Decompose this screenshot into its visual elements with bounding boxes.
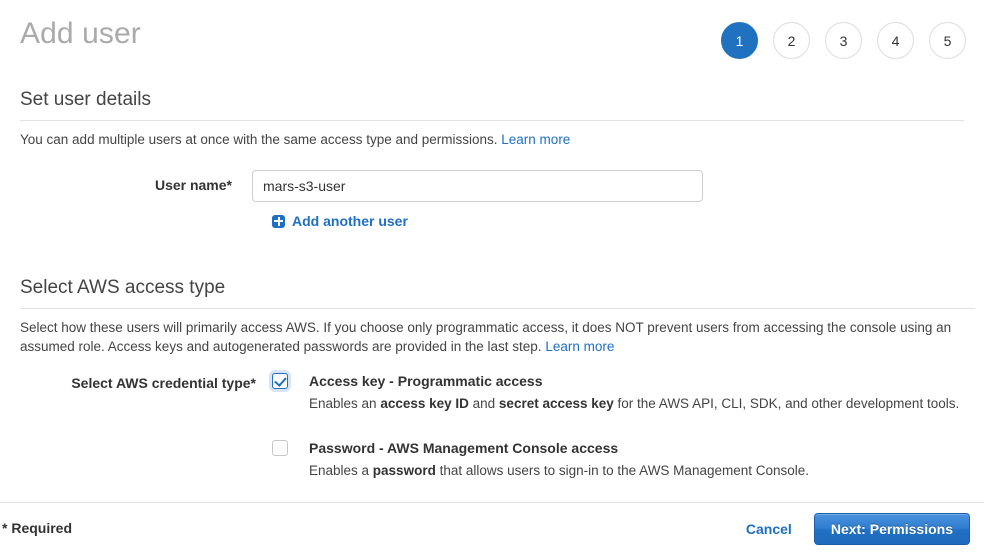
set-user-details-section: Set user details You can add multiple us… xyxy=(20,88,964,233)
description-text: You can add multiple users at once with … xyxy=(20,132,498,147)
plus-circle-icon xyxy=(272,215,285,228)
step-5[interactable]: 5 xyxy=(929,22,966,59)
step-4[interactable]: 4 xyxy=(877,22,914,59)
credential-type-label: Select AWS credential type* xyxy=(20,372,272,392)
learn-more-link-details[interactable]: Learn more xyxy=(501,132,570,147)
user-name-row: User name* xyxy=(20,170,964,202)
description-line-1: Select how these users will primarily ac… xyxy=(20,320,932,335)
select-access-type-section: Select AWS access type Select how these … xyxy=(20,276,975,480)
desc-part-2: that allows users to sign-in to the AWS … xyxy=(436,463,809,478)
desc-bold-2: secret access key xyxy=(499,396,614,411)
cancel-button[interactable]: Cancel xyxy=(746,521,792,537)
password-description: Enables a password that allows users to … xyxy=(309,461,809,480)
add-another-user-label: Add another user xyxy=(292,213,408,229)
password-body: Password - AWS Management Console access… xyxy=(309,439,809,480)
set-user-details-description: You can add multiple users at once with … xyxy=(20,130,964,149)
user-name-input[interactable] xyxy=(252,170,703,202)
desc-part-2: and xyxy=(469,396,499,411)
wizard-header: Add user 1 2 3 4 5 xyxy=(0,0,984,78)
step-3[interactable]: 3 xyxy=(825,22,862,59)
option-access-key: Access key - Programmatic access Enables… xyxy=(272,372,975,413)
add-user-wizard: Add user 1 2 3 4 5 Set user details You … xyxy=(0,0,984,556)
password-checkbox[interactable] xyxy=(272,440,288,456)
user-name-label: User name* xyxy=(20,170,252,194)
desc-part-1: Enables a xyxy=(309,463,373,478)
credential-type-row: Select AWS credential type* Access key -… xyxy=(20,372,975,480)
desc-part-3: for the AWS API, CLI, SDK, and other dev… xyxy=(614,396,959,411)
next-permissions-button[interactable]: Next: Permissions xyxy=(814,513,970,545)
option-password: Password - AWS Management Console access… xyxy=(272,439,975,480)
access-key-body: Access key - Programmatic access Enables… xyxy=(309,372,959,413)
learn-more-link-access[interactable]: Learn more xyxy=(545,339,614,354)
step-2[interactable]: 2 xyxy=(773,22,810,59)
required-note: * Required xyxy=(2,520,72,536)
footer-actions: Cancel Next: Permissions xyxy=(746,513,970,545)
section-divider xyxy=(20,308,975,309)
desc-bold-1: password xyxy=(373,463,436,478)
access-key-description: Enables an access key ID and secret acce… xyxy=(309,394,959,413)
add-another-user-button[interactable]: Add another user xyxy=(272,213,408,229)
access-key-checkbox[interactable] xyxy=(272,373,288,389)
select-access-type-description: Select how these users will primarily ac… xyxy=(20,318,975,356)
access-key-title: Access key - Programmatic access xyxy=(309,372,959,390)
step-indicator: 1 2 3 4 5 xyxy=(721,22,966,59)
desc-part-1: Enables an xyxy=(309,396,380,411)
set-user-details-heading: Set user details xyxy=(20,88,964,112)
page-title: Add user xyxy=(20,16,141,52)
password-title: Password - AWS Management Console access xyxy=(309,439,809,457)
section-divider xyxy=(20,120,964,121)
desc-bold-1: access key ID xyxy=(380,396,469,411)
step-1[interactable]: 1 xyxy=(721,22,758,59)
wizard-footer: * Required Cancel Next: Permissions xyxy=(0,502,984,556)
credential-type-options: Access key - Programmatic access Enables… xyxy=(272,372,975,480)
select-access-type-heading: Select AWS access type xyxy=(20,276,975,300)
